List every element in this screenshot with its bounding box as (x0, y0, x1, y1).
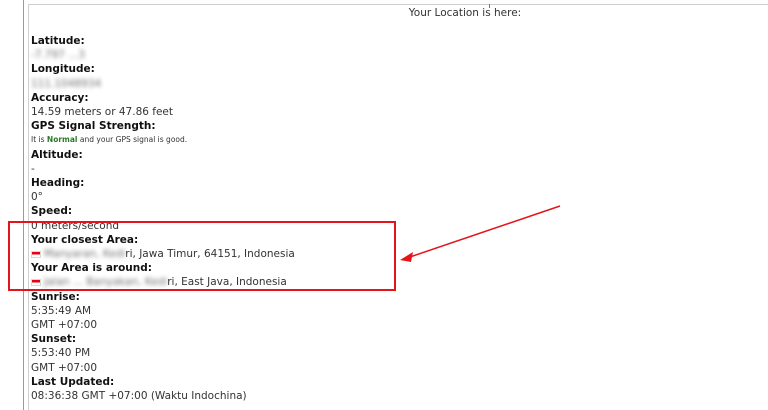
latitude-value: -7.797 ...3 (31, 49, 85, 62)
gps-signal-prefix: It is (31, 135, 45, 145)
indonesia-flag-icon (31, 279, 41, 287)
area-around-value: Jalan ... Banyakan, Kediri, East Java, I… (31, 275, 551, 289)
accuracy-label: Accuracy: (31, 91, 89, 104)
sunset-label: Sunset: (31, 333, 77, 346)
closest-area-value: Manyaran, Kediri, Jawa Timur, 64151, Ind… (31, 247, 551, 261)
closest-area-label: Your closest Area: (31, 233, 139, 246)
indonesia-flag-icon (31, 251, 41, 259)
accuracy-value: 14.59 meters or 47.86 feet (31, 106, 173, 119)
gps-signal-suffix: and your GPS signal is good. (79, 135, 188, 145)
sunset-timezone: GMT +07:00 (31, 361, 98, 374)
left-border-line (23, 0, 24, 410)
top-tick-mark (489, 4, 490, 8)
altitude-value: - (31, 162, 35, 175)
location-page: Your Location is here: Latitude: -7.797 … (0, 0, 768, 410)
speed-label: Speed: (31, 205, 73, 218)
area-around-blurred: Jalan ... Banyakan, Kedi (44, 276, 168, 289)
speed-value: 0 meters/second (31, 219, 120, 232)
heading-value: 0° (31, 191, 43, 204)
longitude-value: 111.1048934 (31, 77, 102, 90)
heading-label: Heading: (31, 177, 85, 190)
sunrise-timezone: GMT +07:00 (31, 319, 98, 332)
area-around-label: Your Area is around: (31, 262, 152, 275)
sunrise-label: Sunrise: (31, 290, 80, 303)
location-details: Latitude: -7.797 ...3 Longitude: 111.104… (31, 34, 551, 403)
altitude-label: Altitude: (31, 148, 83, 161)
sunset-time: 5:53:40 PM (31, 347, 91, 360)
latitude-label: Latitude: (31, 35, 85, 47)
area-around-text: ri, East Java, Indonesia (167, 276, 287, 289)
last-updated-value: 08:36:38 GMT +07:00 (Waktu Indochina) (31, 390, 247, 403)
last-updated-label: Last Updated: (31, 375, 115, 388)
closest-area-text: ri, Jawa Timur, 64151, Indonesia (125, 248, 295, 261)
gps-signal-label: GPS Signal Strength: (31, 120, 156, 133)
gps-signal-status: Normal (46, 135, 78, 145)
sunrise-time: 5:35:49 AM (31, 304, 92, 317)
gps-signal-value: It is Normal and your GPS signal is good… (31, 133, 551, 147)
longitude-label: Longitude: (31, 63, 95, 76)
closest-area-blurred: Manyaran, Kedi (44, 248, 126, 261)
